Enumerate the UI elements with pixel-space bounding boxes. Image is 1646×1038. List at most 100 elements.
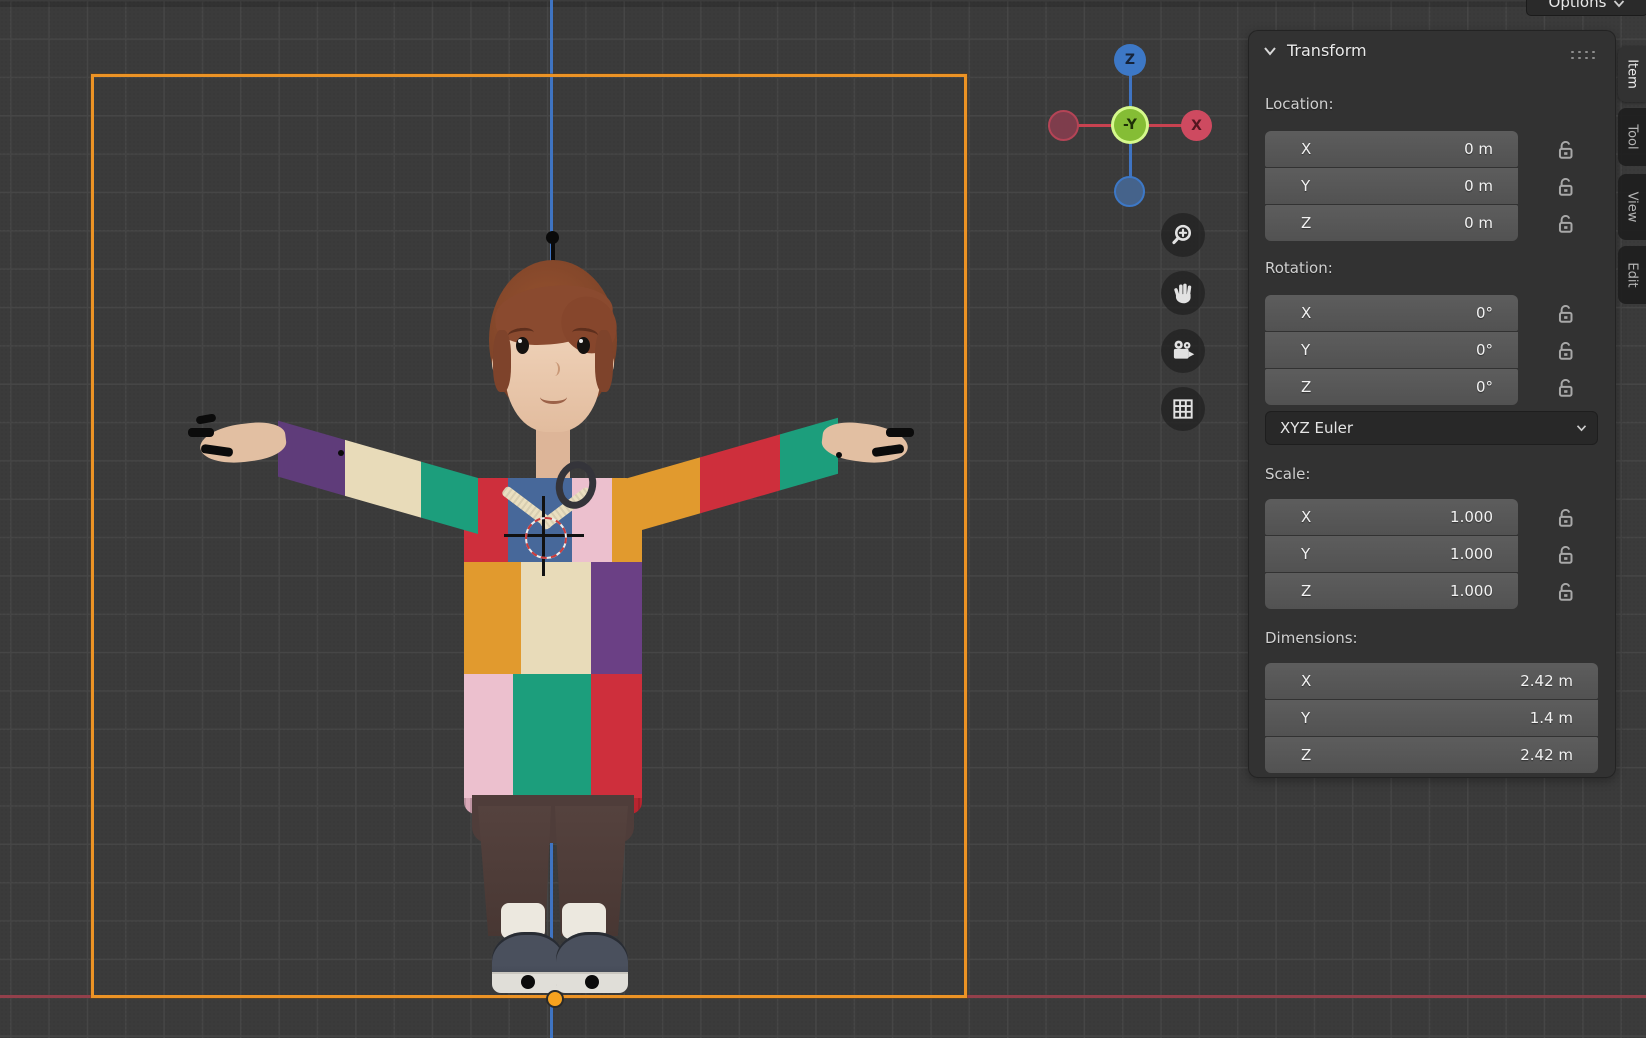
sweater-patch [464,674,513,798]
axis-label: X [1301,672,1311,690]
finger-bone [886,428,914,437]
chevron-down-icon [1613,0,1625,8]
rotation-label: Rotation: [1265,259,1333,277]
unlock-icon [1555,544,1577,566]
lock-rotation-y[interactable] [1555,340,1579,364]
axis-value: 2.42 m [1520,672,1573,690]
sweater-patch [513,674,591,798]
axis-value: 1.000 [1450,582,1493,600]
cursor-circle-dashed [525,517,567,559]
location-z-field[interactable]: Z 0 m [1265,205,1518,241]
panel-drag-handle[interactable] [1569,49,1599,59]
axis-label: X [1301,508,1311,526]
unlock-icon [1555,340,1577,362]
finger-bone [188,428,214,437]
axis-value: 0 m [1464,214,1493,232]
lock-scale-y[interactable] [1555,544,1579,568]
tab-item[interactable]: Item [1618,46,1646,102]
panel-header[interactable]: Transform [1263,41,1367,60]
rotation-fields: X0° Y0° Z0° [1265,295,1518,405]
rotation-x-field[interactable]: X0° [1265,295,1518,331]
axis-value: 1.4 m [1530,709,1573,727]
nose [549,362,560,376]
unlock-icon [1555,507,1577,529]
location-label: Location: [1265,95,1334,113]
lock-location-x[interactable] [1555,139,1579,163]
location-y-field[interactable]: Y0 m [1265,168,1518,204]
mouth [540,390,567,404]
sweater-patch [591,562,642,674]
axis-value: 0° [1476,378,1493,396]
shoe-lace-dot [585,975,599,989]
dimensions-y-field[interactable]: Y1.4 m [1265,700,1598,736]
hair-side-left [493,330,511,392]
lock-rotation-x[interactable] [1555,303,1579,327]
axis-value: 0° [1476,304,1493,322]
tab-tool[interactable]: Tool [1618,108,1646,166]
lock-scale-x[interactable] [1555,507,1579,531]
location-x-field[interactable]: X 0 m [1265,131,1518,167]
tab-label: Item [1625,59,1640,89]
tab-edit[interactable]: Edit [1618,246,1646,304]
rotation-y-field[interactable]: Y0° [1265,332,1518,368]
chevron-down-icon [1576,424,1587,432]
sweater-patch [521,562,591,674]
lock-location-z[interactable] [1555,213,1579,237]
transform-panel: Transform Location: X 0 m Y0 m Z 0 m Rotat… [1248,30,1616,778]
lock-location-y[interactable] [1555,176,1579,200]
unlock-icon [1555,213,1577,235]
eye-right [577,337,590,354]
axis-value: 0 m [1464,140,1493,158]
gizmo-axis-negx-button[interactable] [1048,110,1079,141]
gizmo-negy-label: -Y [1123,117,1137,133]
viewport-top-shade [0,0,1646,7]
grid-icon [1170,396,1196,422]
gizmo-axis-negz-button[interactable] [1114,176,1145,207]
rotation-mode-select[interactable]: XYZ Euler [1265,411,1598,445]
tab-label: Edit [1625,262,1640,287]
dimensions-z-field[interactable]: Z2.42 m [1265,737,1598,773]
options-button[interactable]: Options [1526,0,1646,16]
tab-label: Tool [1625,124,1640,149]
blender-3d-viewport[interactable]: Z X -Y [0,0,1646,1038]
gizmo-z-label: Z [1125,52,1135,68]
zoom-button[interactable] [1161,213,1205,257]
rotation-z-field[interactable]: Z0° [1265,369,1518,405]
scale-x-field[interactable]: X 1.000 [1265,499,1518,535]
axis-value: 0 m [1464,177,1493,195]
dimensions-fields: X 2.42 m Y1.4 m Z2.42 m [1265,663,1598,773]
eye-left [516,337,529,354]
axis-label: Z [1301,746,1311,764]
scale-y-field[interactable]: Y1.000 [1265,536,1518,572]
camera-icon [1170,338,1196,364]
axis-label: X [1301,140,1311,158]
dimensions-x-field[interactable]: X 2.42 m [1265,663,1598,699]
gizmo-axis-x-button[interactable]: X [1181,110,1212,141]
location-fields: X 0 m Y0 m Z 0 m [1265,131,1518,241]
gizmo-axis-z-button[interactable]: Z [1114,44,1146,76]
axis-value: 1.000 [1450,545,1493,563]
camera-view-button[interactable] [1161,329,1205,373]
shoe-left [492,932,564,993]
shoe-right [556,932,628,993]
panel-title: Transform [1287,41,1367,60]
pan-button[interactable] [1161,271,1205,315]
grid-toggle-button[interactable] [1161,387,1205,431]
tab-view[interactable]: View [1618,174,1646,240]
object-origin-dot [546,990,564,1008]
axis-value: 0° [1476,341,1493,359]
axis-value: 1.000 [1450,508,1493,526]
dimensions-label: Dimensions: [1265,629,1358,647]
options-label: Options [1549,0,1607,11]
magnifier-plus-icon [1170,222,1196,248]
unlock-icon [1555,581,1577,603]
collapse-chevron-icon [1263,46,1277,56]
unlock-icon [1555,303,1577,325]
gizmo-axis-negy-button[interactable]: -Y [1111,106,1149,144]
axis-label: Z [1301,582,1311,600]
scale-z-field[interactable]: Z 1.000 [1265,573,1518,609]
lock-rotation-z[interactable] [1555,377,1579,401]
lock-scale-z[interactable] [1555,581,1579,605]
pan-hand-icon [1170,280,1196,306]
axis-label: Z [1301,214,1311,232]
